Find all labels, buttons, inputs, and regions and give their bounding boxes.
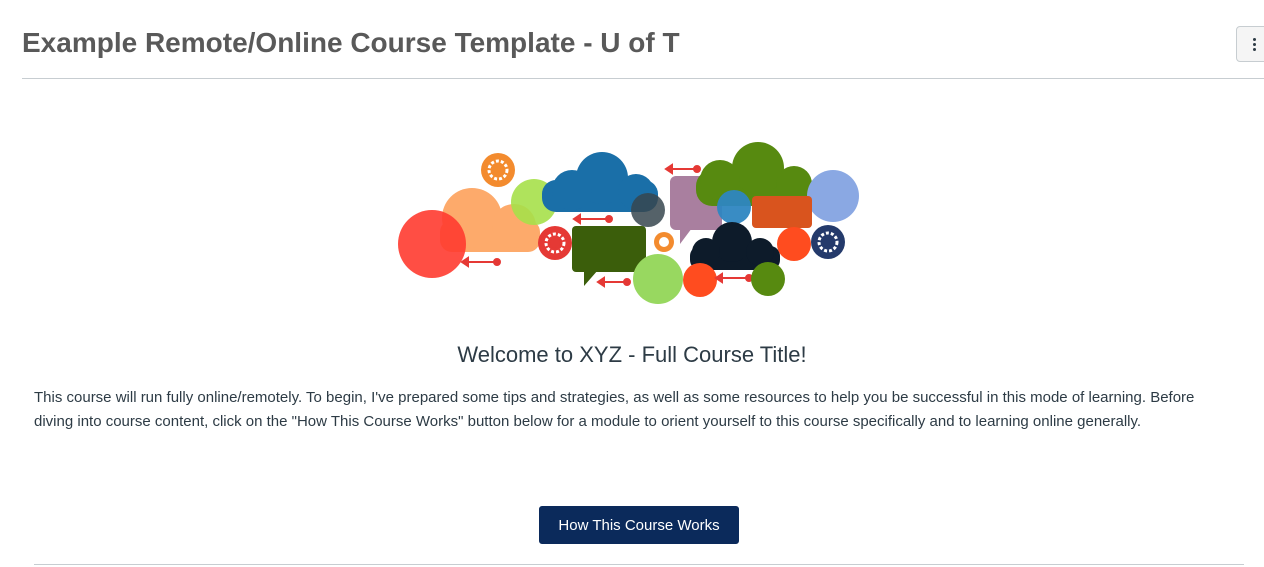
arrow-icon [460, 256, 501, 268]
slate-circle-shape [631, 193, 665, 227]
divider [34, 564, 1244, 565]
arrow-icon [714, 272, 753, 284]
arrow-icon [596, 276, 631, 288]
navy-gear-icon [811, 225, 845, 259]
orange-rectangle-shape [752, 196, 812, 228]
how-this-course-works-button[interactable]: How This Course Works [539, 506, 739, 544]
periwinkle-circle-shape [807, 170, 859, 222]
kebab-vertical-icon [1252, 37, 1256, 51]
course-home-page: Example Remote/Online Course Template - … [0, 0, 1264, 567]
arrow-icon [572, 213, 613, 225]
intro-paragraph: This course will run fully online/remote… [34, 389, 1195, 430]
cloud-collage-illustration [398, 142, 859, 304]
page-title: Example Remote/Online Course Template - … [22, 27, 680, 58]
green-circle-shape [751, 262, 785, 296]
orange-circle-shape [777, 227, 811, 261]
blue-circle-shape [717, 190, 751, 224]
page-header: Example Remote/Online Course Template - … [22, 0, 1264, 79]
small-orange-gear-icon [654, 232, 674, 252]
red-gear-icon [538, 226, 572, 260]
red-circle-shape [398, 210, 466, 278]
orange-gear-icon [481, 153, 515, 187]
page-options-button[interactable] [1236, 26, 1264, 62]
welcome-heading: Welcome to XYZ - Full Course Title! [457, 342, 807, 367]
arrow-icon [664, 163, 701, 175]
light-green-circle-shape [633, 254, 683, 304]
orange-red-circle-shape [683, 263, 717, 297]
